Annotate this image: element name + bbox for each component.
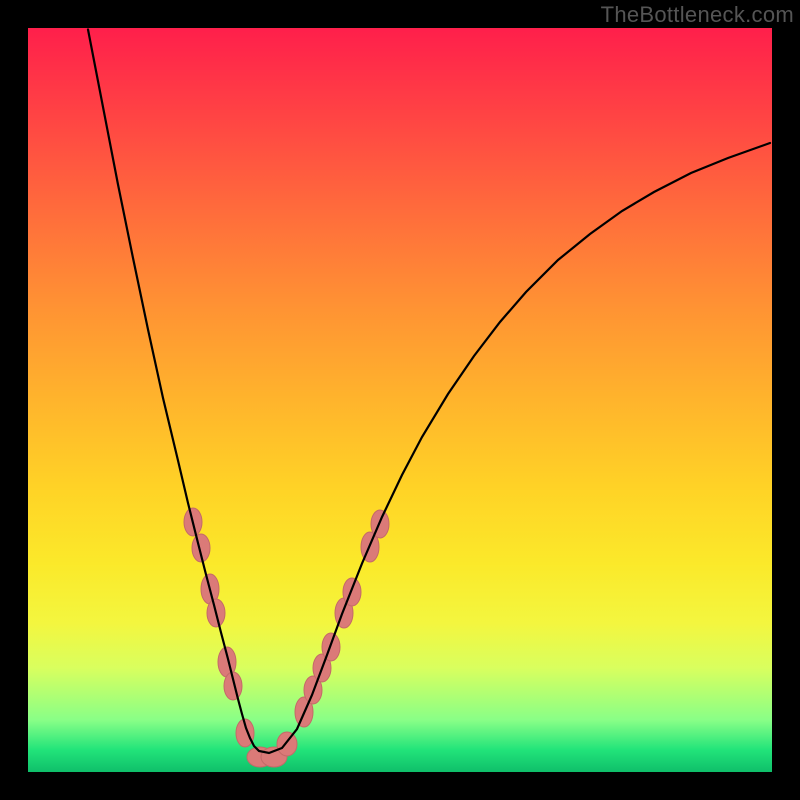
plot-svg bbox=[28, 28, 772, 772]
bottleneck-curve bbox=[88, 30, 770, 754]
marker-group bbox=[184, 508, 389, 767]
marker-dot bbox=[277, 732, 297, 756]
gradient-plot-area bbox=[28, 28, 772, 772]
watermark-text: TheBottleneck.com bbox=[601, 2, 794, 28]
